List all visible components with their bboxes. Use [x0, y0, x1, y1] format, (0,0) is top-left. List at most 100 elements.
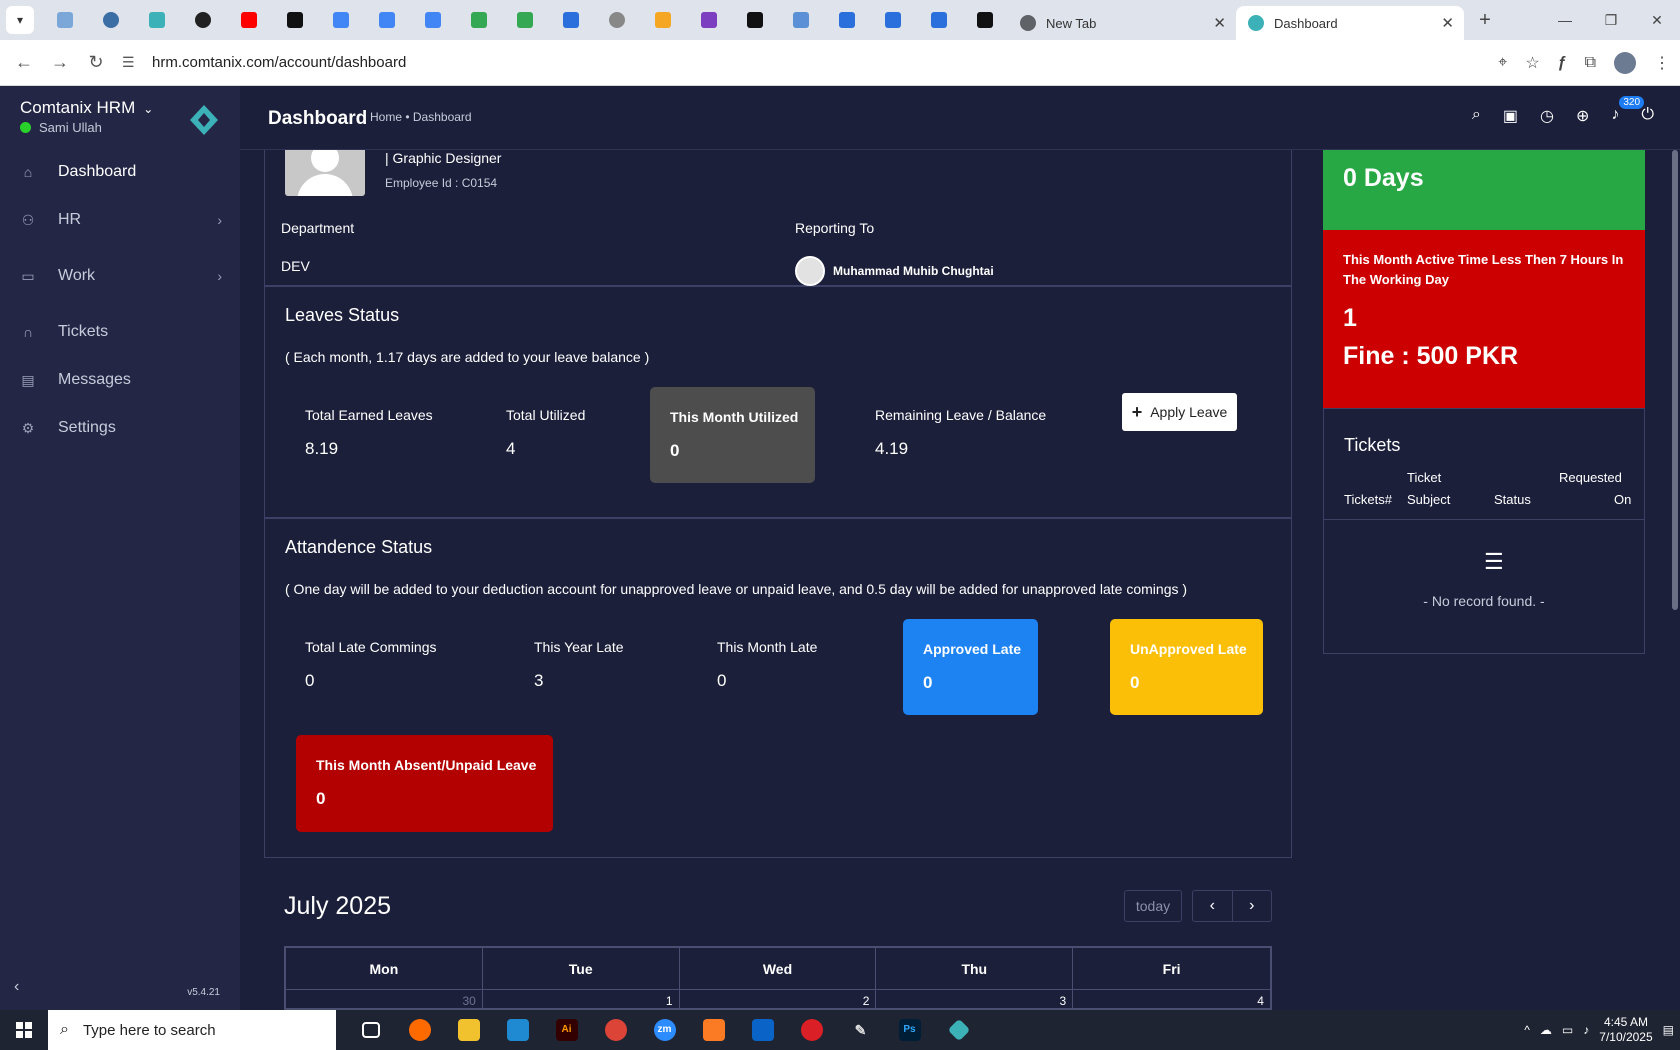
sidebar-item-label: Tickets	[58, 323, 109, 340]
zoom-icon[interactable]: zm	[640, 1010, 689, 1050]
sidebar-item-messages[interactable]: ▤ Messages	[0, 356, 240, 404]
reload-icon[interactable]: ↻	[78, 52, 114, 73]
pinned-tab[interactable]	[226, 0, 272, 40]
calendar-day[interactable]: 1	[483, 990, 680, 1010]
pinned-tab[interactable]	[456, 0, 502, 40]
pinned-tab[interactable]	[364, 0, 410, 40]
close-icon[interactable]: ✕	[1441, 14, 1454, 32]
xampp-icon[interactable]	[689, 1010, 738, 1050]
notification-center-icon[interactable]: ▤	[1663, 1023, 1674, 1037]
pinned-tab[interactable]	[548, 0, 594, 40]
add-icon[interactable]: ⊕	[1576, 106, 1589, 126]
notification-bell-icon[interactable]: ♪ 320	[1611, 96, 1645, 126]
page-scrollbar[interactable]	[1670, 150, 1680, 1010]
chevron-right-icon[interactable]: ›	[1233, 891, 1272, 921]
chrome-icon	[1020, 15, 1036, 31]
search-icon: ⌕	[60, 1021, 69, 1038]
minimize-icon[interactable]: —	[1542, 12, 1588, 28]
chevron-down-icon: ⌄	[143, 102, 154, 116]
pinned-tab[interactable]	[640, 0, 686, 40]
clock-icon[interactable]: ◷	[1540, 106, 1554, 126]
file-explorer-icon[interactable]	[444, 1010, 493, 1050]
firefox-icon[interactable]	[395, 1010, 444, 1050]
calendar-day[interactable]: 4	[1073, 990, 1270, 1010]
calendar-day[interactable]: 30	[286, 990, 483, 1010]
user-name: Sami Ullah	[39, 120, 102, 135]
pinned-tab[interactable]	[686, 0, 732, 40]
site-info-icon[interactable]: ☰	[122, 54, 152, 71]
calendar-day[interactable]: 3	[876, 990, 1074, 1010]
pinned-tab[interactable]	[134, 0, 180, 40]
sidebar-item-work[interactable]: ▭ Work ›	[0, 244, 240, 308]
pen-tool-icon[interactable]: ✎	[836, 1010, 885, 1050]
calendar-today-button[interactable]: today	[1124, 890, 1182, 922]
sidebar-item-label: Work	[58, 267, 96, 284]
collapse-sidebar-icon[interactable]: ‹	[14, 978, 19, 996]
chevron-up-icon[interactable]: ^	[1524, 1023, 1530, 1037]
reporting-manager: Muhammad Muhib Chughtai	[833, 264, 994, 278]
pinned-tab[interactable]	[778, 0, 824, 40]
pinned-tab[interactable]	[272, 0, 318, 40]
restore-icon[interactable]: ❐	[1588, 12, 1634, 29]
tab-search-button[interactable]: ▾	[6, 6, 34, 34]
puzzle-icon[interactable]: ⧉	[1585, 54, 1596, 72]
new-tab-button[interactable]: +	[1470, 9, 1500, 32]
chrome-icon[interactable]	[591, 1010, 640, 1050]
forward-icon[interactable]: →	[42, 52, 78, 73]
pinned-tab[interactable]	[410, 0, 456, 40]
profile-photo	[285, 150, 365, 196]
creative-cloud-icon[interactable]	[787, 1010, 836, 1050]
onedrive-icon[interactable]: ☁	[1540, 1023, 1552, 1037]
leaves-status-card: Leaves Status ( Each month, 1.17 days ar…	[264, 286, 1292, 518]
taskbar-search-input[interactable]: ⌕ Type here to search	[48, 1010, 336, 1050]
absent-leave-value: 0	[316, 789, 326, 808]
brand-switcher[interactable]: Comtanix HRM ⌄	[20, 98, 153, 118]
pinned-tab[interactable]	[180, 0, 226, 40]
url-field[interactable]: ☰ hrm.comtanix.com/account/dashboard	[122, 46, 1452, 80]
back-icon[interactable]: ←	[6, 52, 42, 73]
apply-leave-label: Apply Leave	[1150, 404, 1228, 420]
pinned-tab[interactable]	[962, 0, 1008, 40]
extension-f-icon[interactable]: ƒ	[1558, 54, 1567, 72]
windows-start-icon[interactable]	[0, 1010, 48, 1050]
pinned-tab[interactable]	[824, 0, 870, 40]
calendar-day[interactable]: 2	[680, 990, 877, 1010]
outlook-icon[interactable]	[738, 1010, 787, 1050]
pinned-tab[interactable]	[42, 0, 88, 40]
breadcrumb[interactable]: Home • Dashboard	[370, 110, 472, 124]
search-icon[interactable]: ⌕	[1472, 106, 1481, 126]
illustrator-icon[interactable]: Ai	[542, 1010, 591, 1050]
task-view-icon[interactable]	[346, 1010, 395, 1050]
more-icon[interactable]: ⋮	[1654, 53, 1670, 73]
sidebar-item-hr[interactable]: ⚇ HR ›	[0, 196, 240, 244]
chevron-left-icon[interactable]: ‹	[1193, 891, 1233, 921]
sidebar-item-dashboard[interactable]: ⌂ Dashboard	[0, 148, 240, 196]
photoshop-icon[interactable]: Ps	[885, 1010, 934, 1050]
pinned-tab[interactable]	[594, 0, 640, 40]
comtanix-app-icon[interactable]	[934, 1010, 983, 1050]
tab-new-tab[interactable]: New Tab ✕	[1008, 6, 1236, 40]
star-icon[interactable]: ☆	[1525, 53, 1539, 73]
power-icon[interactable]: ⏻	[1641, 106, 1654, 126]
tab-dashboard[interactable]: Dashboard ✕	[1236, 6, 1464, 40]
pinned-tab[interactable]	[732, 0, 778, 40]
chevron-right-icon: ›	[217, 268, 222, 284]
pinned-tab[interactable]	[916, 0, 962, 40]
pinned-tab[interactable]	[318, 0, 364, 40]
note-icon[interactable]: ▣	[1503, 106, 1518, 126]
apply-leave-button[interactable]: + Apply Leave	[1122, 393, 1237, 431]
taskbar-clock[interactable]: 4:45 AM 7/10/2025	[1599, 1015, 1652, 1045]
close-window-icon[interactable]: ✕	[1634, 12, 1680, 29]
sidebar-item-tickets[interactable]: ∩ Tickets	[0, 308, 240, 356]
pinned-tab[interactable]	[870, 0, 916, 40]
scrollbar-thumb[interactable]	[1672, 150, 1678, 610]
profile-avatar[interactable]	[1614, 51, 1636, 74]
pinned-tab[interactable]	[88, 0, 134, 40]
pinned-tab[interactable]	[502, 0, 548, 40]
location-icon[interactable]: ⌖	[1498, 54, 1507, 72]
close-icon[interactable]: ✕	[1213, 14, 1226, 32]
sidebar-item-settings[interactable]: ⚙ Settings	[0, 404, 240, 452]
vscode-icon[interactable]	[493, 1010, 542, 1050]
volume-icon[interactable]: ♪	[1583, 1023, 1589, 1037]
network-icon[interactable]: ▭	[1562, 1023, 1573, 1037]
